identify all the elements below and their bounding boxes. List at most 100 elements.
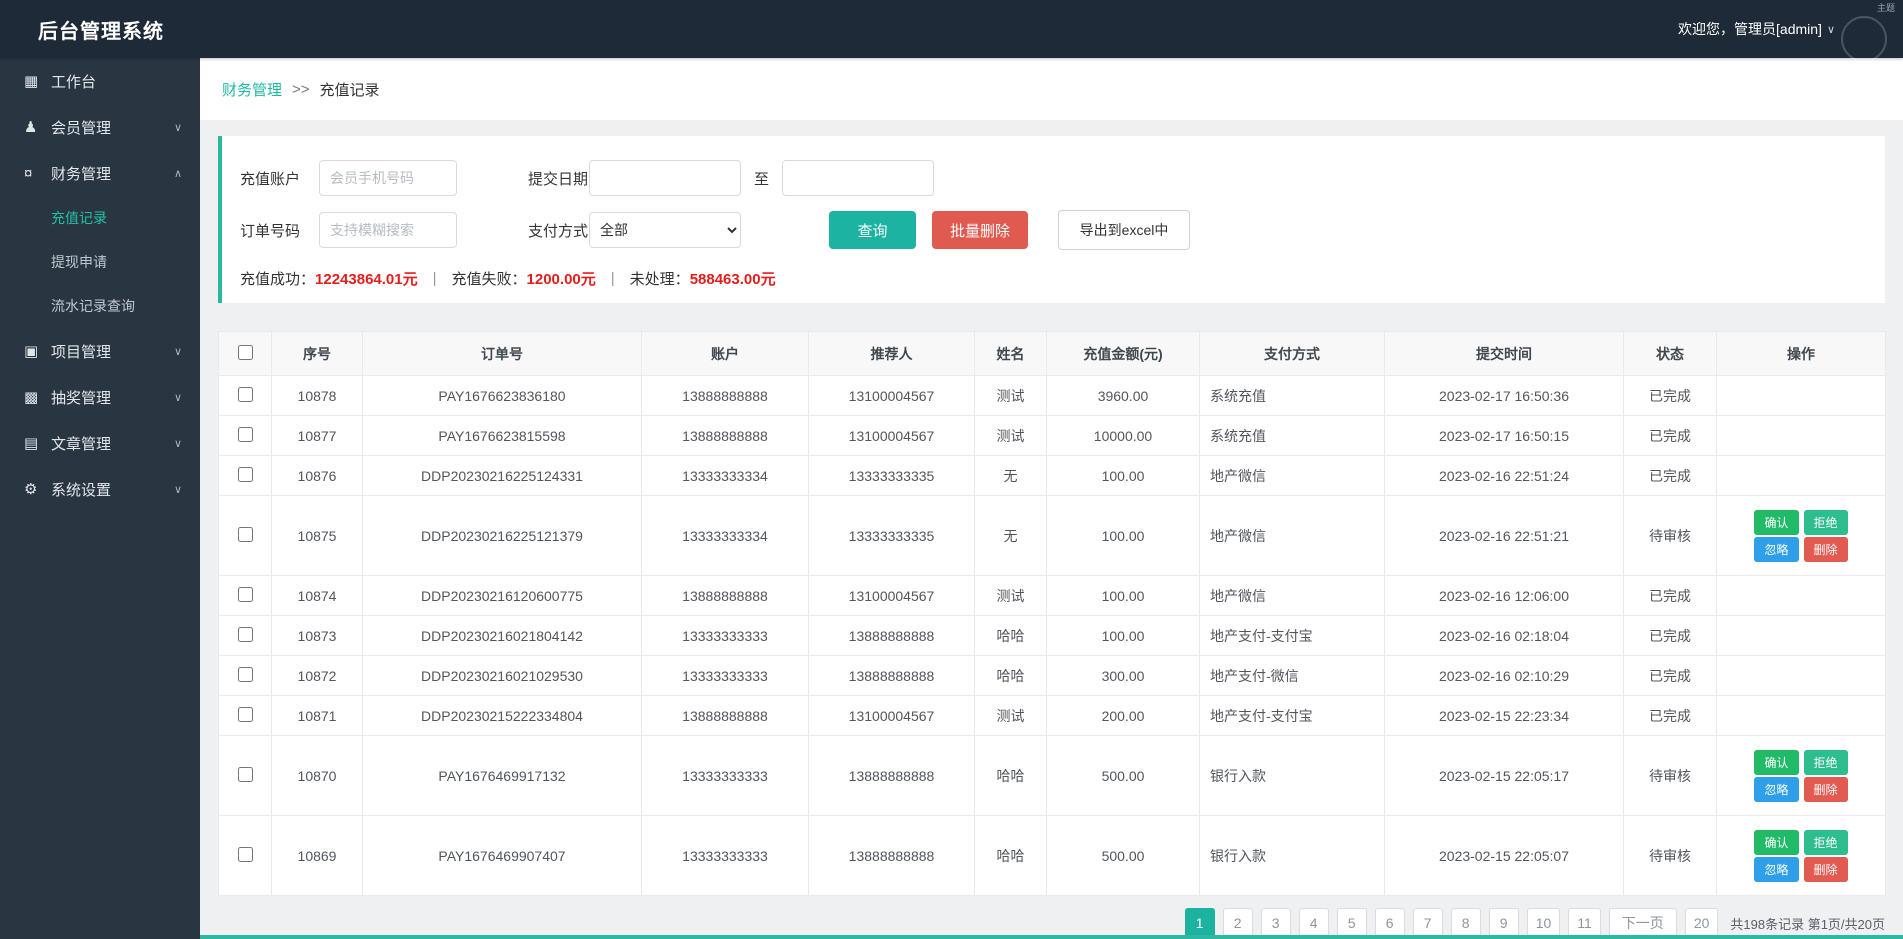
cell-checkbox-cell [218, 695, 272, 736]
table-row: 10873 DDP20230216021804142 13333333333 1388… [218, 615, 1886, 656]
sidebar-item-members[interactable]: ♟ 会员管理 ∨ [0, 104, 200, 150]
breadcrumb-section[interactable]: 财务管理 [222, 79, 282, 100]
row-checkbox[interactable] [237, 706, 253, 722]
sidebar-subitem-recharge-records[interactable]: 充值记录 [0, 196, 200, 240]
cell-pay-method: 地产支付-微信 [1199, 655, 1385, 696]
page-button-7[interactable]: 7 [1412, 908, 1443, 938]
theme-fab-icon[interactable] [1841, 16, 1887, 62]
delete-button[interactable]: 删除 [1803, 536, 1848, 562]
date-to-label: 至 [754, 170, 770, 188]
cell-row-id: 10869 [271, 815, 363, 896]
column-header: 状态 [1623, 331, 1717, 376]
page-button-6[interactable]: 6 [1374, 908, 1405, 938]
breadcrumb-separator: >> [292, 80, 310, 98]
recharge-account-input[interactable] [319, 160, 457, 196]
cell-amount: 100.00 [1046, 495, 1200, 576]
ignore-button[interactable]: 忽略 [1754, 776, 1799, 802]
reject-button[interactable]: 拒绝 [1803, 829, 1848, 855]
page-last-button[interactable]: 20 [1684, 908, 1719, 938]
row-checkbox[interactable] [237, 426, 253, 442]
ignore-button[interactable]: 忽略 [1754, 536, 1799, 562]
row-checkbox[interactable] [237, 666, 253, 682]
sidebar-item-articles[interactable]: ▤ 文章管理 ∨ [0, 420, 200, 466]
cell-submit-time: 2023-02-15 22:05:07 [1384, 815, 1624, 896]
cell-account: 13333333333 [641, 815, 809, 896]
order-no-input[interactable] [319, 212, 457, 248]
sidebar-item-finance[interactable]: ¤ 财务管理 ∧ [0, 150, 200, 196]
table-row: 10878 PAY1676623836180 13888888888 13100004… [218, 375, 1886, 416]
reject-button[interactable]: 拒绝 [1803, 509, 1848, 535]
confirm-button[interactable]: 确认 [1754, 829, 1799, 855]
row-checkbox[interactable] [237, 466, 253, 482]
date-from-input[interactable] [589, 160, 741, 196]
cell-row-id: 10872 [271, 655, 363, 696]
row-checkbox[interactable] [237, 526, 253, 542]
cell-pay-method: 银行入款 [1199, 735, 1385, 816]
query-button[interactable]: 查询 [829, 211, 916, 249]
batch-delete-button[interactable]: 批量删除 [932, 211, 1028, 249]
sidebar-item-projects[interactable]: ▣ 项目管理 ∨ [0, 328, 200, 374]
cell-account: 13888888888 [641, 415, 809, 456]
sidebar-item-lottery[interactable]: ▩ 抽奖管理 ∨ [0, 374, 200, 420]
sidebar-item-label: 会员管理 [51, 119, 112, 137]
cell-account: 13888888888 [641, 695, 809, 736]
table-row: 10872 DDP20230216021029530 13333333333 1388… [218, 655, 1886, 696]
page-button-3[interactable]: 3 [1260, 908, 1291, 938]
pay-method-label: 支付方式 [528, 222, 589, 240]
reject-button[interactable]: 拒绝 [1803, 749, 1848, 775]
page-button-5[interactable]: 5 [1336, 908, 1367, 938]
sidebar-item-workbench[interactable]: ▦ 工作台 [0, 58, 200, 104]
sidebar-item-settings[interactable]: ⚙ 系统设置 ∨ [0, 466, 200, 512]
breadcrumb-current: 充值记录 [319, 81, 380, 99]
chevron-down-icon: ∨ [173, 121, 182, 134]
delete-button[interactable]: 删除 [1803, 776, 1848, 802]
select-all-checkbox[interactable] [237, 344, 253, 360]
row-checkbox[interactable] [237, 626, 253, 642]
cell-account: 13888888888 [641, 575, 809, 616]
cell-actions-cell [1716, 455, 1886, 496]
cell-referrer: 13333333335 [808, 495, 975, 576]
chevron-down-icon: ∨ [173, 437, 182, 450]
sidebar-item-label: 财务管理 [51, 165, 112, 183]
delete-button[interactable]: 删除 [1803, 856, 1848, 882]
page-button-8[interactable]: 8 [1450, 908, 1481, 938]
sidebar-subitem-flow-records[interactable]: 流水记录查询 [0, 284, 200, 328]
cell-order-no: DDP20230216225121379 [362, 495, 642, 576]
cell-checkbox-cell [218, 375, 272, 416]
cell-pay-method: 系统充值 [1199, 415, 1385, 456]
cell-status: 已完成 [1623, 615, 1717, 656]
page-button-10[interactable]: 10 [1526, 908, 1561, 938]
pagination-pages: 1 2 3 4 5 6 7 8 9 10 11 下一页 20 [1184, 908, 1719, 938]
cell-checkbox-cell [218, 615, 272, 656]
page-button-9[interactable]: 9 [1488, 908, 1519, 938]
cell-name: 测试 [974, 575, 1047, 616]
row-checkbox[interactable] [237, 386, 253, 402]
table-row: 10876 DDP20230216225124331 13333333334 1333… [218, 455, 1886, 496]
page-next-button[interactable]: 下一页 [1608, 908, 1677, 938]
confirm-button[interactable]: 确认 [1754, 509, 1799, 535]
user-menu[interactable]: 欢迎您，管理员[admin] ∨ [1678, 19, 1835, 39]
date-to-input[interactable] [782, 160, 935, 196]
cell-submit-time: 2023-02-16 02:10:29 [1384, 655, 1624, 696]
header-checkbox-cell [218, 331, 272, 376]
ignore-button[interactable]: 忽略 [1754, 856, 1799, 882]
page-button-4[interactable]: 4 [1298, 908, 1329, 938]
pay-method-select[interactable]: 全部 [589, 212, 741, 248]
sidebar-subitem-withdraw-apply[interactable]: 提现申请 [0, 240, 200, 284]
cell-submit-time: 2023-02-16 22:51:24 [1384, 455, 1624, 496]
row-checkbox[interactable] [237, 586, 253, 602]
column-header: 提交时间 [1384, 331, 1624, 376]
cell-amount: 100.00 [1046, 615, 1200, 656]
main-content: 财务管理 >> 充值记录 充值账户 提交日期 至 订单号码 支付方式 全部 查询… [200, 58, 1903, 939]
page-button-2[interactable]: 2 [1222, 908, 1253, 938]
page-button-11[interactable]: 11 [1568, 908, 1601, 938]
confirm-button[interactable]: 确认 [1754, 749, 1799, 775]
recharge-account-label: 充值账户 [240, 170, 301, 188]
page-button-1[interactable]: 1 [1184, 908, 1215, 938]
doc-icon: ▤ [24, 435, 39, 452]
row-checkbox[interactable] [237, 766, 253, 782]
cell-referrer: 13333333335 [808, 455, 975, 496]
export-excel-button[interactable]: 导出到excel中 [1058, 210, 1190, 250]
column-header: 序号 [271, 331, 363, 376]
row-checkbox[interactable] [237, 846, 253, 862]
